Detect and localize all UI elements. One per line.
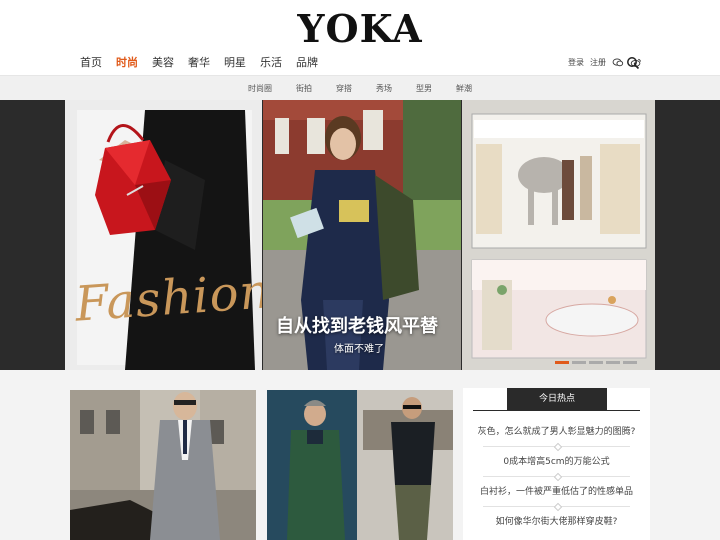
subnav-menswear[interactable]: 型男 — [416, 83, 432, 94]
sub-nav: 时尚圈 街拍 穿搭 秀场 型男 鲜潮 — [0, 75, 720, 100]
hero-slide-store[interactable] — [462, 100, 655, 370]
hot-topics-panel: 今日热点 灰色，怎么就成了男人彰显魅力的图腾? 0成本增高5cm的万能公式 白衬… — [463, 388, 650, 540]
hot-topics-divider — [473, 410, 640, 411]
hero-store-image — [462, 100, 655, 370]
article-card-suit[interactable] — [70, 390, 256, 540]
carousel-dot[interactable] — [589, 361, 603, 364]
hot-separator — [553, 472, 563, 482]
hero-subtitle: 体面不难了 — [334, 344, 384, 355]
carousel-dot[interactable] — [606, 361, 620, 364]
hot-separator — [553, 502, 563, 512]
login-link[interactable]: 登录 — [568, 57, 584, 68]
carousel-dot[interactable] — [572, 361, 586, 364]
hot-topics-tab[interactable]: 今日热点 — [507, 388, 607, 410]
hot-item[interactable]: 如何像华尔街大佬那样穿皮鞋? — [463, 514, 650, 527]
street-style-image — [267, 390, 453, 540]
carousel-dot[interactable] — [555, 361, 569, 364]
wechat-icon[interactable] — [612, 58, 624, 67]
register-link[interactable]: 注册 — [590, 57, 606, 68]
subnav-runway[interactable]: 秀场 — [376, 83, 392, 94]
site-logo[interactable]: YOKA — [0, 6, 720, 51]
carousel-dot[interactable] — [623, 361, 637, 364]
hero-slide-bag[interactable]: Fashion — [65, 100, 262, 370]
suit-man-image — [70, 390, 256, 540]
subnav-fashion-circle[interactable]: 时尚圈 — [248, 83, 272, 94]
subnav-outfits[interactable]: 穿搭 — [336, 83, 352, 94]
subnav-trend[interactable]: 鲜潮 — [456, 83, 472, 94]
hot-item[interactable]: 0成本增高5cm的万能公式 — [463, 454, 650, 467]
search-icon[interactable] — [626, 56, 640, 70]
hot-item[interactable]: 白衬衫，一件被严重低估了的性感单品 — [463, 484, 650, 497]
article-card-street[interactable] — [267, 390, 453, 540]
header: YOKA 首页 时尚 美容 奢华 明星 乐活 品牌 登录 注册 — [0, 0, 720, 78]
subnav-street-snap[interactable]: 街拍 — [296, 83, 312, 94]
hero-title[interactable]: 自从找到老钱风平替 — [276, 312, 438, 338]
hot-item[interactable]: 灰色，怎么就成了男人彰显魅力的图腾? — [463, 424, 650, 437]
hot-separator — [553, 442, 563, 452]
carousel-indicators — [555, 361, 637, 364]
